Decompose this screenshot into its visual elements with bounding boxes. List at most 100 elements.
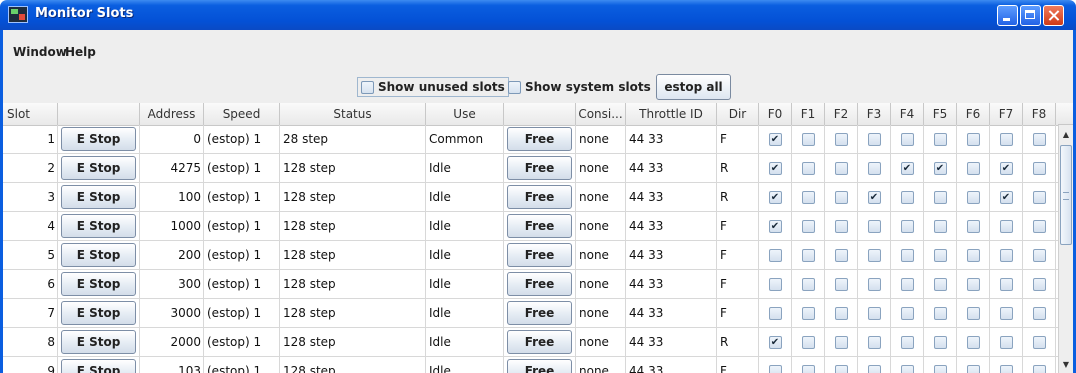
f4-cell[interactable] <box>891 270 924 298</box>
f1-cell[interactable] <box>792 154 825 182</box>
f5-checkbox[interactable] <box>933 190 947 204</box>
f2-checkbox[interactable] <box>834 364 848 373</box>
col-f1-header[interactable]: F1 <box>792 103 825 125</box>
f1-cell[interactable] <box>792 328 825 356</box>
table-row[interactable]: 2E Stop 4275 (estop) 1 128 step Idle Free none… <box>3 154 1058 183</box>
f3-checkbox[interactable] <box>867 219 881 233</box>
f3-cell[interactable] <box>858 183 891 211</box>
f4-cell[interactable] <box>891 241 924 269</box>
f1-cell[interactable] <box>792 241 825 269</box>
free-button[interactable]: Free <box>507 214 572 238</box>
f3-checkbox[interactable] <box>867 161 881 175</box>
free-cell[interactable]: Free <box>504 299 576 327</box>
f4-cell[interactable] <box>891 212 924 240</box>
f1-checkbox[interactable] <box>801 161 815 175</box>
col-f8-header[interactable]: F8 <box>1023 103 1056 125</box>
estop-button[interactable]: E Stop <box>61 301 136 325</box>
f8-cell[interactable] <box>1023 270 1056 298</box>
col-f3-header[interactable]: F3 <box>858 103 891 125</box>
f0-checkbox[interactable] <box>768 161 782 175</box>
f2-checkbox[interactable] <box>834 248 848 262</box>
col-address-header[interactable]: Address <box>140 103 204 125</box>
f6-checkbox[interactable] <box>966 306 980 320</box>
f8-checkbox[interactable] <box>1032 132 1046 146</box>
f5-checkbox[interactable] <box>933 161 947 175</box>
estop-cell[interactable]: E Stop <box>58 328 140 356</box>
f8-checkbox[interactable] <box>1032 335 1046 349</box>
free-cell[interactable]: Free <box>504 328 576 356</box>
f1-cell[interactable] <box>792 270 825 298</box>
f8-cell[interactable] <box>1023 328 1056 356</box>
f8-cell[interactable] <box>1023 212 1056 240</box>
f5-cell[interactable] <box>924 328 957 356</box>
f3-checkbox[interactable] <box>867 277 881 291</box>
f1-checkbox[interactable] <box>801 219 815 233</box>
free-cell[interactable]: Free <box>504 125 576 153</box>
f3-checkbox[interactable] <box>867 306 881 320</box>
free-cell[interactable]: Free <box>504 183 576 211</box>
f3-checkbox[interactable] <box>867 248 881 262</box>
col-f5-header[interactable]: F5 <box>924 103 957 125</box>
f2-cell[interactable] <box>825 183 858 211</box>
f1-cell[interactable] <box>792 125 825 153</box>
f7-cell[interactable] <box>990 270 1023 298</box>
f3-checkbox[interactable] <box>867 132 881 146</box>
f3-cell[interactable] <box>858 299 891 327</box>
col-speed-header[interactable]: Speed <box>204 103 280 125</box>
f5-checkbox[interactable] <box>933 364 947 373</box>
free-cell[interactable]: Free <box>504 154 576 182</box>
f0-cell[interactable] <box>759 154 792 182</box>
f8-checkbox[interactable] <box>1032 219 1046 233</box>
f2-cell[interactable] <box>825 328 858 356</box>
f5-cell[interactable] <box>924 183 957 211</box>
free-button[interactable]: Free <box>507 330 572 354</box>
checkbox-icon[interactable] <box>361 80 374 94</box>
f0-checkbox[interactable] <box>768 306 782 320</box>
f0-cell[interactable] <box>759 241 792 269</box>
f8-checkbox[interactable] <box>1032 277 1046 291</box>
f0-checkbox[interactable] <box>768 277 782 291</box>
f3-cell[interactable] <box>858 357 891 373</box>
f6-cell[interactable] <box>957 125 990 153</box>
minimize-button[interactable] <box>997 5 1018 26</box>
f5-cell[interactable] <box>924 212 957 240</box>
f4-checkbox[interactable] <box>900 277 914 291</box>
checkbox-icon[interactable] <box>508 80 521 94</box>
col-f2-header[interactable]: F2 <box>825 103 858 125</box>
free-button[interactable]: Free <box>507 156 572 180</box>
f4-checkbox[interactable] <box>900 364 914 373</box>
estop-button[interactable]: E Stop <box>61 330 136 354</box>
f4-cell[interactable] <box>891 357 924 373</box>
f4-checkbox[interactable] <box>900 190 914 204</box>
maximize-button[interactable] <box>1020 5 1041 26</box>
f6-cell[interactable] <box>957 357 990 373</box>
f0-checkbox[interactable] <box>768 248 782 262</box>
f7-cell[interactable] <box>990 328 1023 356</box>
f5-cell[interactable] <box>924 241 957 269</box>
f7-checkbox[interactable] <box>999 219 1013 233</box>
col-free-header[interactable] <box>504 103 576 125</box>
f3-cell[interactable] <box>858 125 891 153</box>
f6-checkbox[interactable] <box>966 132 980 146</box>
table-row[interactable]: 4E Stop 1000 (estop) 1 128 step Idle Free none… <box>3 212 1058 241</box>
triangle-up-icon[interactable]: ▲ <box>1059 127 1073 141</box>
free-cell[interactable]: Free <box>504 270 576 298</box>
f6-cell[interactable] <box>957 299 990 327</box>
f7-cell[interactable] <box>990 357 1023 373</box>
f4-checkbox[interactable] <box>900 161 914 175</box>
f7-cell[interactable] <box>990 154 1023 182</box>
f7-checkbox[interactable] <box>999 161 1013 175</box>
f0-checkbox[interactable] <box>768 132 782 146</box>
free-button[interactable]: Free <box>507 301 572 325</box>
f4-checkbox[interactable] <box>900 306 914 320</box>
f7-checkbox[interactable] <box>999 132 1013 146</box>
f6-checkbox[interactable] <box>966 190 980 204</box>
f3-checkbox[interactable] <box>867 364 881 373</box>
show-unused-slots-checkbox[interactable]: Show unused slots <box>357 77 509 97</box>
f6-cell[interactable] <box>957 183 990 211</box>
f2-checkbox[interactable] <box>834 132 848 146</box>
f1-checkbox[interactable] <box>801 335 815 349</box>
f5-checkbox[interactable] <box>933 335 947 349</box>
f7-cell[interactable] <box>990 125 1023 153</box>
free-cell[interactable]: Free <box>504 357 576 373</box>
